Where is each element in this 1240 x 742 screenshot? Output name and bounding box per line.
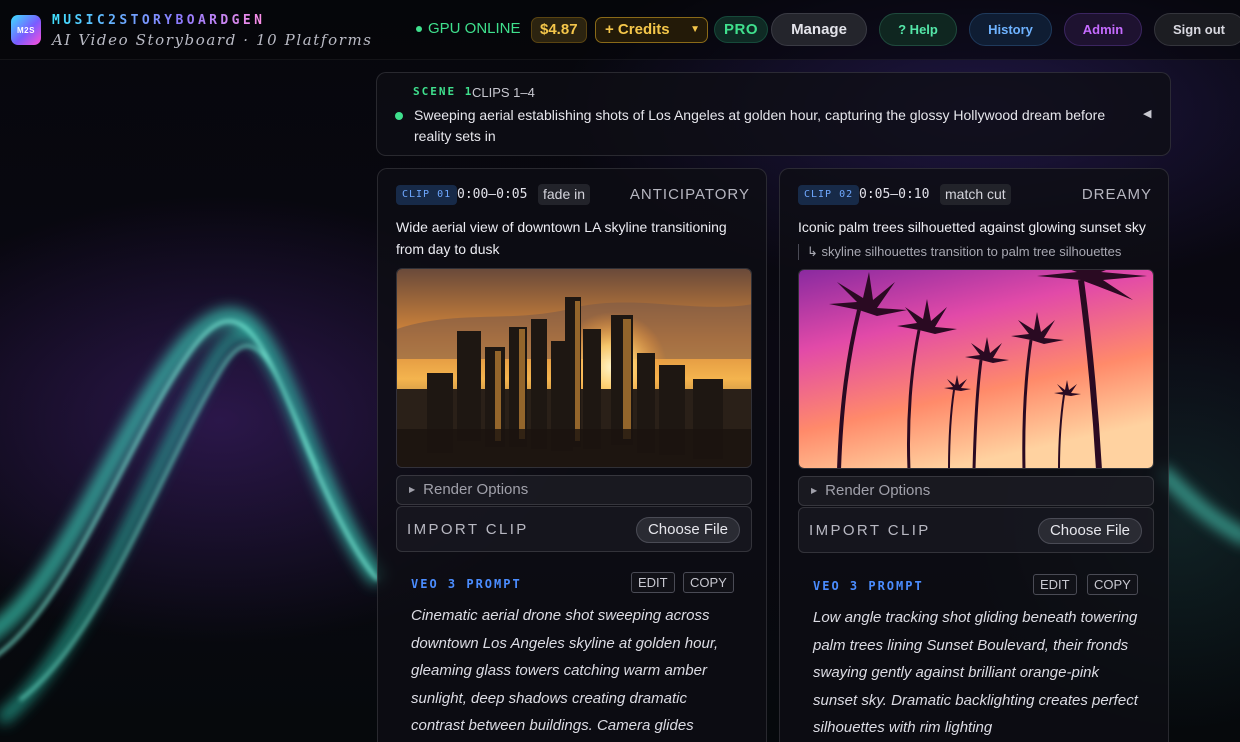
expand-triangle-icon: ▶ bbox=[409, 485, 416, 494]
sign-out-button[interactable]: Sign out bbox=[1154, 13, 1240, 46]
clip-transition-badge: fade in bbox=[538, 184, 591, 205]
clip-thumbnail-downtown-la[interactable] bbox=[396, 268, 752, 468]
render-options-toggle[interactable]: ▶ Render Options bbox=[396, 475, 752, 505]
app-subtitle: AI Video Storyboard · 10 Platforms bbox=[52, 31, 373, 49]
credits-label: + Credits bbox=[605, 21, 670, 38]
clip-card: CLIP 01 0:00–0:05 fade in ANTICIPATORY W… bbox=[377, 168, 767, 742]
edit-prompt-button[interactable]: EDIT bbox=[1033, 574, 1077, 595]
clip-number-badge: CLIP 01 bbox=[396, 185, 458, 205]
admin-button[interactable]: Admin bbox=[1064, 13, 1142, 46]
prompt-text: Cinematic aerial drone shot sweeping acr… bbox=[411, 607, 719, 734]
copy-prompt-button[interactable]: COPY bbox=[683, 572, 734, 593]
edit-prompt-button[interactable]: EDIT bbox=[631, 572, 675, 593]
import-clip-area: IMPORT CLIP Choose File bbox=[798, 507, 1154, 553]
manage-button[interactable]: Manage bbox=[771, 13, 867, 46]
scene-label: SCENE 1 bbox=[413, 85, 474, 98]
import-clip-area: IMPORT CLIP Choose File bbox=[396, 506, 752, 552]
clip-transition-badge: match cut bbox=[940, 184, 1011, 205]
scene-clip-range: CLIPS 1–4 bbox=[472, 85, 535, 100]
status-dot-icon bbox=[416, 25, 422, 32]
render-options-label: Render Options bbox=[825, 482, 931, 499]
credits-dropdown[interactable]: + Credits ▼ bbox=[595, 17, 708, 43]
render-options-label: Render Options bbox=[423, 481, 529, 498]
render-options-toggle[interactable]: ▶ Render Options bbox=[798, 476, 1154, 506]
plan-badge: PRO bbox=[714, 16, 769, 43]
clip-thumbnail-palm-trees[interactable] bbox=[798, 269, 1154, 469]
history-button[interactable]: History bbox=[969, 13, 1052, 46]
top-bar: M2S MUSIC2STORYBOARDGEN AI Video Storybo… bbox=[0, 0, 1240, 60]
gpu-status-label: GPU ONLINE bbox=[428, 20, 521, 37]
chevron-down-icon: ▼ bbox=[690, 24, 700, 35]
gpu-status: GPU ONLINE bbox=[416, 20, 521, 37]
balance-badge: $4.87 bbox=[531, 17, 587, 43]
scene-panel: SCENE 1 CLIPS 1–4 Sweeping aerial establ… bbox=[376, 72, 1171, 156]
help-button[interactable]: ? Help bbox=[879, 13, 957, 46]
clip-description: Iconic palm trees silhouetted against gl… bbox=[798, 219, 1146, 235]
prompt-title: VEO 3 PROMPT bbox=[813, 579, 924, 593]
clip-timecode: 0:05–0:10 bbox=[859, 187, 930, 202]
import-clip-label: IMPORT CLIP bbox=[809, 522, 931, 539]
expand-triangle-icon: ▶ bbox=[811, 486, 818, 495]
clip-mood: ANTICIPATORY bbox=[629, 186, 750, 203]
choose-file-button[interactable]: Choose File bbox=[1037, 518, 1142, 544]
copy-prompt-button[interactable]: COPY bbox=[1087, 574, 1138, 595]
import-clip-label: IMPORT CLIP bbox=[407, 521, 529, 538]
collapse-toggle-icon[interactable]: ◀ bbox=[1143, 107, 1151, 120]
prompt-title: VEO 3 PROMPT bbox=[411, 577, 522, 591]
choose-file-button[interactable]: Choose File bbox=[635, 517, 740, 543]
clip-number-badge: CLIP 02 bbox=[798, 185, 860, 205]
clip-timecode: 0:00–0:05 bbox=[457, 187, 528, 202]
prompt-text: Low angle tracking shot gliding beneath … bbox=[813, 609, 1138, 736]
clip-transition-note: ↳ skyline silhouettes transition to palm… bbox=[798, 244, 1121, 260]
clip-description: Wide aerial view of downtown LA skyline … bbox=[396, 219, 727, 257]
clip-card: CLIP 02 0:05–0:10 match cut DREAMY Iconi… bbox=[779, 168, 1169, 742]
clip-mood: DREAMY bbox=[1081, 186, 1152, 203]
scene-status-dot-icon bbox=[395, 112, 403, 120]
app-logo[interactable]: M2S bbox=[11, 15, 41, 45]
scene-description: Sweeping aerial establishing shots of Lo… bbox=[414, 107, 1106, 144]
app-title: MUSIC2STORYBOARDGEN bbox=[52, 13, 266, 28]
